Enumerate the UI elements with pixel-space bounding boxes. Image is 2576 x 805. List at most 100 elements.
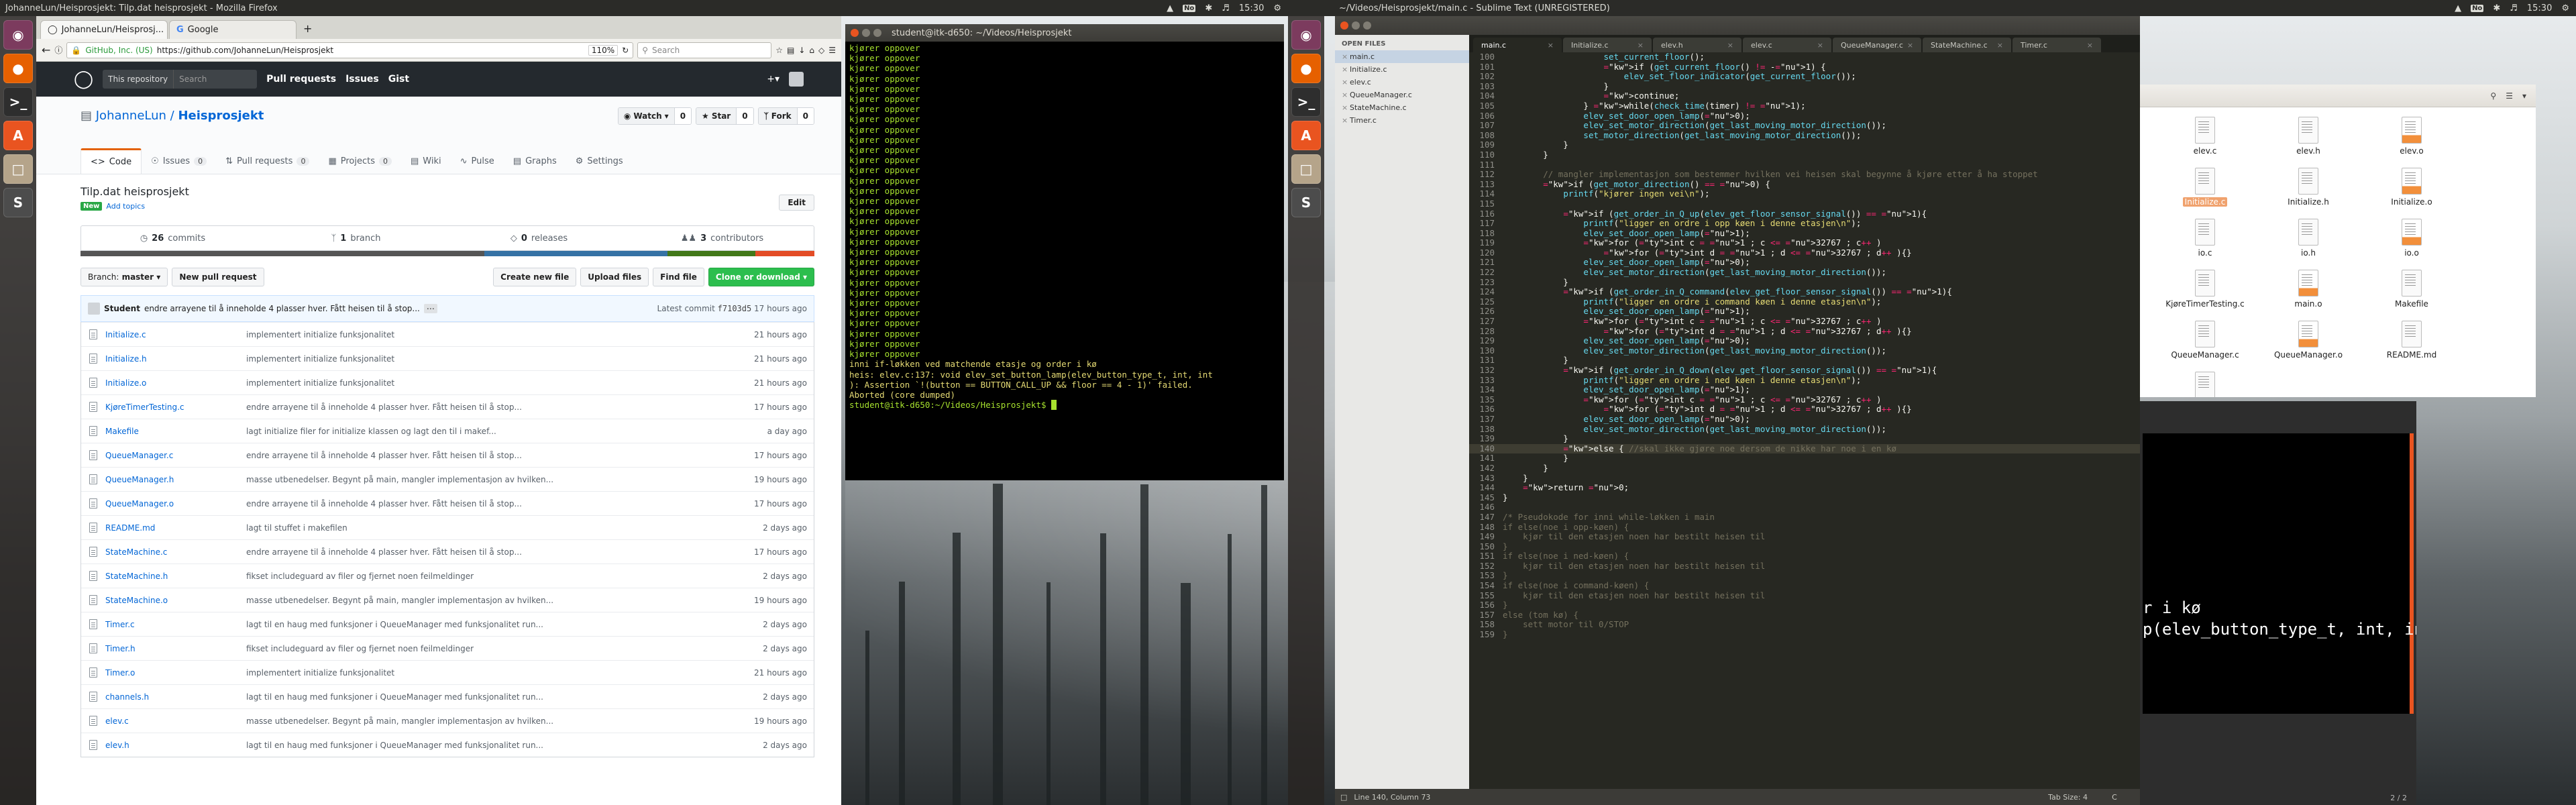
code-line[interactable]: 144 ="kw">return ="nu">0; <box>1469 482 2140 493</box>
code-line[interactable]: 118 elev_set_door_open_lamp(="nu">1); <box>1469 228 2140 239</box>
code-line[interactable]: 122 elev_set_motor_direction(get_last_mo… <box>1469 267 2140 278</box>
code-line[interactable]: 109 } <box>1469 140 2140 150</box>
close-button[interactable] <box>851 29 859 37</box>
commit-hash[interactable]: f7103d5 <box>718 304 752 313</box>
browser-tab[interactable]: G Google <box>169 20 297 39</box>
github-search[interactable]: This repository Search <box>103 70 258 89</box>
editor-tab[interactable]: elev.c × <box>1743 38 1831 52</box>
syntax-mode[interactable]: C <box>2094 793 2135 802</box>
file-commit-message[interactable]: lagt til en haug med funksjoner i QueueM… <box>246 620 733 629</box>
code-line[interactable]: 159} <box>1469 629 2140 640</box>
file-name[interactable]: Makefile <box>105 427 246 436</box>
code-line[interactable]: 141 } <box>1469 453 2140 464</box>
clone-download-button[interactable]: Clone or download ▾ <box>708 268 814 286</box>
code-line[interactable]: 133 printf("ligger en ordre i ned køen i… <box>1469 375 2140 386</box>
watch-count[interactable]: 0 <box>674 108 692 124</box>
editor-tab[interactable]: elev.h × <box>1653 38 1741 52</box>
table-row[interactable]: StateMachine.h fikset includeguard av fil… <box>81 564 814 588</box>
zoom-indicator[interactable]: 110% <box>588 44 619 56</box>
code-line[interactable]: 142 } <box>1469 463 2140 474</box>
code-line[interactable]: 140 ="kw">else { //skal ikke gjøre noe d… <box>1469 443 2140 454</box>
file-name[interactable]: QueueManager.o <box>105 499 246 508</box>
code-line[interactable]: 114 printf("kjører ingen vei\n"); <box>1469 189 2140 199</box>
firefox-icon[interactable]: ● <box>1291 54 1321 83</box>
software-center-icon[interactable]: A <box>1291 121 1321 150</box>
code-line[interactable]: 103 } <box>1469 81 2140 92</box>
minimize-button[interactable] <box>862 29 870 37</box>
sublime-icon[interactable]: S <box>1291 188 1321 217</box>
close-button[interactable] <box>1340 21 1348 30</box>
file-commit-message[interactable]: implementert initialize funksjonalitet <box>246 354 733 364</box>
code-line[interactable]: 150} <box>1469 541 2140 552</box>
file-commit-message[interactable]: implementert initialize funksjonalitet <box>246 330 733 339</box>
code-line[interactable]: 156} <box>1469 600 2140 610</box>
tab-wiki[interactable]: ▤ Wiki <box>401 148 451 174</box>
code-line[interactable]: 111 <box>1469 160 2140 170</box>
code-line[interactable]: 138 elev_set_motor_direction(get_last_mo… <box>1469 424 2140 435</box>
code-line[interactable]: 110 } <box>1469 150 2140 160</box>
file-name[interactable]: KjøreTimerTesting.c <box>105 402 246 412</box>
branch-select[interactable]: Branch: master ▾ <box>80 268 168 286</box>
file-commit-message[interactable]: lagt til stuffet i makefilen <box>246 523 733 533</box>
close-tab-icon[interactable]: × <box>1638 41 1644 50</box>
files-icon[interactable]: □ <box>1291 154 1321 184</box>
table-row[interactable]: Initialize.h implementert initialize funk… <box>81 346 814 370</box>
close-tab-icon[interactable]: × <box>1907 41 1913 50</box>
edit-description-button[interactable]: Edit <box>779 195 814 211</box>
file-name[interactable]: QueueManager.h <box>105 475 246 484</box>
code-line[interactable]: 125 printf("ligger en ordre i command kø… <box>1469 297 2140 307</box>
table-row[interactable]: Initialize.c implementert initialize funk… <box>81 322 814 346</box>
fork-count[interactable]: 0 <box>797 108 814 124</box>
code-line[interactable]: 105 } ="kw">while(check_time(timer) != =… <box>1469 101 2140 111</box>
repo-name-link[interactable]: Heisprosjekt <box>178 109 264 123</box>
file-item[interactable]: elev.h <box>2257 117 2360 168</box>
clock[interactable]: 15:30 <box>1239 3 1264 13</box>
files-icon[interactable]: □ <box>3 154 33 184</box>
file-commit-message[interactable]: endre arrayene til å inneholde 4 plasser… <box>246 547 733 557</box>
code-line[interactable]: 104 ="kw">continue; <box>1469 91 2140 101</box>
file-item[interactable]: io.c <box>2153 219 2257 270</box>
table-row[interactable]: elev.c masse utbenedelser. Begynt på main… <box>81 708 814 733</box>
file-item[interactable]: main.o <box>2257 270 2360 321</box>
avatar[interactable] <box>789 72 804 87</box>
releases-stat[interactable]: ◇ 0 releases <box>447 226 631 250</box>
file-commit-message[interactable]: masse utbenedelser. Begynt på main, mang… <box>246 596 733 605</box>
editor-tab[interactable]: main.c × <box>1473 38 1562 52</box>
file-commit-message[interactable]: endre arrayene til å inneholde 4 plasser… <box>246 402 733 412</box>
search-bar[interactable]: ⚲ Search <box>637 42 772 58</box>
list-view-icon[interactable]: ☰ <box>2506 91 2513 101</box>
add-topics-link[interactable]: Add topics <box>106 202 145 211</box>
plus-icon[interactable]: +▾ <box>767 74 780 85</box>
file-item[interactable]: elev.o <box>2360 117 2463 168</box>
sidebar-file-item[interactable]: elev.c <box>1335 76 1469 89</box>
close-tab-icon[interactable]: × <box>1727 41 1733 50</box>
file-commit-message[interactable]: fikset includeguard av filer og fjernet … <box>246 644 733 653</box>
bookmark-star-icon[interactable]: ☆ <box>775 46 783 55</box>
code-line[interactable]: 129 elev_set_door_open_lamp(="nu">0); <box>1469 335 2140 346</box>
watch-button[interactable]: ◉ Watch ▾ 0 <box>617 107 692 125</box>
file-commit-message[interactable]: lagt til en haug med funksjoner i QueueM… <box>246 741 733 750</box>
ellipsis-button[interactable]: ⋯ <box>423 304 437 313</box>
keyboard-layout-indicator[interactable]: No <box>1183 4 1196 12</box>
code-editor[interactable]: 100 set_current_floor(); 101 ="kw">if (ge… <box>1469 52 2140 789</box>
code-line[interactable]: 132 ="kw">if (get_order_in_Q_down(elev_g… <box>1469 365 2140 376</box>
sublime-icon[interactable]: S <box>3 188 33 217</box>
close-tab-icon[interactable]: × <box>1817 41 1823 50</box>
code-line[interactable]: 143 } <box>1469 473 2140 484</box>
tab-code[interactable]: <> Code <box>80 148 142 174</box>
code-line[interactable]: 146 <box>1469 502 2140 513</box>
commits-stat[interactable]: ◷ 26 commits <box>81 226 264 250</box>
code-line[interactable]: 155 kjør til den etasjen noen har bestil… <box>1469 590 2140 601</box>
file-item[interactable]: QueueManager.o <box>2257 321 2360 372</box>
search-icon[interactable]: ⚲ <box>2490 91 2496 101</box>
terminal-icon[interactable]: >_ <box>1291 87 1321 117</box>
code-line[interactable]: 107 elev_set_motor_direction(get_last_mo… <box>1469 120 2140 131</box>
file-name[interactable]: README.md <box>105 523 246 533</box>
file-name[interactable]: Timer.h <box>105 644 246 653</box>
table-row[interactable]: Timer.h fikset includeguard av filer og f… <box>81 636 814 660</box>
code-line[interactable]: 127 ="kw">for (="ty">int c = ="nu">1 ; c… <box>1469 316 2140 327</box>
code-line[interactable]: 136 ="kw">for (="ty">int d = ="nu">1 ; d… <box>1469 405 2140 415</box>
software-center-icon[interactable]: A <box>3 121 33 150</box>
table-row[interactable]: Timer.c lagt til en haug med funksjoner i… <box>81 612 814 636</box>
star-button[interactable]: ★ Star 0 <box>696 107 754 125</box>
